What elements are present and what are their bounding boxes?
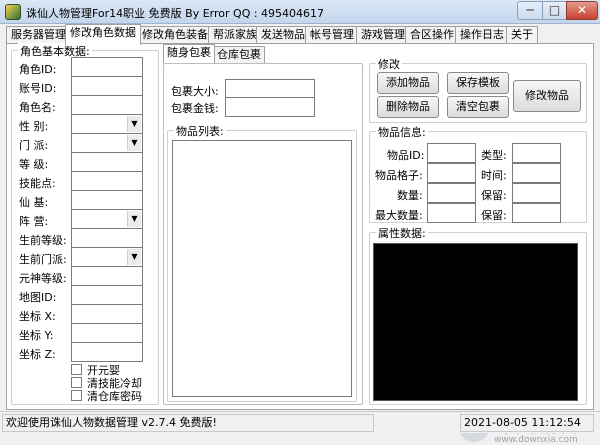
bag-size-input[interactable]: [225, 79, 315, 99]
bag-subtabs: 随身包裹 仓库包裹: [163, 44, 363, 64]
tab-send-item[interactable]: 发送物品: [256, 26, 310, 44]
coord-y-input[interactable]: [71, 323, 143, 343]
clear-cooldown-checkbox[interactable]: [71, 377, 82, 388]
item-list[interactable]: [172, 140, 352, 397]
coord-x-input[interactable]: [71, 304, 143, 324]
field-label: 角色名:: [19, 101, 56, 114]
tab-edit-role-equipment[interactable]: 修改角色装备: [137, 26, 213, 44]
close-button[interactable]: ✕: [566, 1, 598, 20]
item-reserved-2-input[interactable]: [512, 203, 561, 223]
item-info-label: 保留:: [481, 189, 507, 202]
item-info-label: 最大数量:: [375, 209, 423, 222]
minimize-button[interactable]: ─: [517, 1, 543, 20]
soul-level-input[interactable]: [71, 266, 143, 286]
chevron-down-icon: ▼: [127, 249, 141, 265]
bag-size-label: 包裹大小:: [171, 85, 219, 98]
field-label: 坐标 X:: [19, 310, 56, 323]
bag-money-label: 包裹金钱:: [171, 102, 219, 115]
level-input[interactable]: [71, 152, 143, 172]
field-label: 角色ID:: [19, 63, 57, 76]
tab-about[interactable]: 关于: [506, 26, 538, 44]
yuanying-checkbox[interactable]: [71, 364, 82, 375]
field-label: 账号ID:: [19, 82, 57, 95]
field-label: 仙 基:: [19, 196, 49, 209]
prev-sect-select[interactable]: ▼: [71, 247, 143, 267]
checkbox-label: 清仓库密码: [87, 390, 142, 403]
sect-select[interactable]: ▼: [71, 133, 143, 153]
bag-money-input[interactable]: [225, 97, 315, 117]
role-name-input[interactable]: [71, 95, 143, 115]
modify-title: 修改: [376, 56, 402, 72]
tab-account[interactable]: 帐号管理: [305, 26, 359, 44]
item-type-input[interactable]: [512, 143, 561, 163]
skill-points-input[interactable]: [71, 171, 143, 191]
field-label: 元神等级:: [19, 272, 67, 285]
window-title: 诛仙人物管理For14职业 免费版 By Error QQ : 49540461…: [26, 7, 325, 20]
tab-panel: 角色基本数据: 角色ID: 账号ID: 角色名: 性 别: ▼ 门 派: ▼ 等…: [6, 43, 594, 445]
clear-storage-password-checkbox[interactable]: [71, 390, 82, 401]
account-id-input[interactable]: [71, 76, 143, 96]
item-slot-input[interactable]: [427, 163, 476, 183]
field-label: 地图ID:: [19, 291, 57, 304]
add-item-button[interactable]: 添加物品: [377, 72, 439, 94]
item-max-count-input[interactable]: [427, 203, 476, 223]
prev-level-input[interactable]: [71, 228, 143, 248]
item-reserved-1-input[interactable]: [512, 183, 561, 203]
field-label: 生前等级:: [19, 234, 67, 247]
chevron-down-icon: ▼: [127, 116, 141, 132]
item-info-label: 时间:: [481, 169, 507, 182]
item-info-label: 数量:: [397, 189, 423, 202]
tab-guild-family[interactable]: 帮派家族: [208, 26, 262, 44]
field-label: 坐标 Y:: [19, 329, 54, 342]
status-message: 欢迎使用诛仙人物数据管理 v2.7.4 免费版!: [2, 414, 374, 432]
field-label: 性 别:: [19, 120, 49, 133]
field-label: 技能点:: [19, 177, 56, 190]
item-id-input[interactable]: [427, 143, 476, 163]
modify-item-button[interactable]: 修改物品: [513, 80, 581, 112]
tab-edit-role-data[interactable]: 修改角色数据: [65, 24, 141, 45]
tab-server[interactable]: 服务器管理: [6, 26, 71, 44]
tab-log[interactable]: 操作日志: [455, 26, 509, 44]
field-label: 生前门派:: [19, 253, 67, 266]
coord-z-input[interactable]: [71, 342, 143, 362]
delete-item-button[interactable]: 删除物品: [377, 96, 439, 118]
status-bar: 欢迎使用诛仙人物数据管理 v2.7.4 免费版! 2021-08-05 11:1…: [0, 411, 600, 433]
map-id-input[interactable]: [71, 285, 143, 305]
item-time-input[interactable]: [512, 163, 561, 183]
role-id-input[interactable]: [71, 57, 143, 77]
app-icon: [5, 4, 21, 20]
item-info-label: 类型:: [481, 149, 507, 162]
title-bar: 诛仙人物管理For14职业 免费版 By Error QQ : 49540461…: [0, 0, 600, 24]
camp-select[interactable]: ▼: [71, 209, 143, 229]
item-count-input[interactable]: [427, 183, 476, 203]
item-info-label: 保留:: [481, 209, 507, 222]
field-label: 等 级:: [19, 158, 49, 171]
tab-merge[interactable]: 合区操作: [405, 26, 459, 44]
field-label: 阵 营:: [19, 215, 49, 228]
clear-bag-button[interactable]: 清空包裹: [447, 96, 509, 118]
tab-carried-bag[interactable]: 随身包裹: [163, 44, 215, 63]
status-datetime: 2021-08-05 11:12:54: [460, 414, 594, 432]
tab-game[interactable]: 游戏管理: [356, 26, 410, 44]
chevron-down-icon: ▼: [127, 211, 141, 227]
save-template-button[interactable]: 保存模板: [447, 72, 509, 94]
item-info-label: 物品ID:: [387, 149, 425, 162]
gender-select[interactable]: ▼: [71, 114, 143, 134]
field-label: 门 派:: [19, 139, 49, 152]
tab-storage-bag[interactable]: 仓库包裹: [213, 46, 265, 63]
field-label: 坐标 Z:: [19, 348, 56, 361]
chevron-down-icon: ▼: [127, 135, 141, 151]
item-info-title: 物品信息:: [376, 124, 428, 140]
attribute-data-box[interactable]: [373, 243, 578, 401]
item-list-title: 物品列表:: [174, 123, 226, 139]
watermark-url: www.downxia.com: [494, 435, 578, 445]
xianji-input[interactable]: [71, 190, 143, 210]
item-info-label: 物品格子:: [375, 169, 423, 182]
maximize-button[interactable]: □: [542, 1, 567, 20]
attribute-title: 属性数据:: [376, 225, 428, 241]
